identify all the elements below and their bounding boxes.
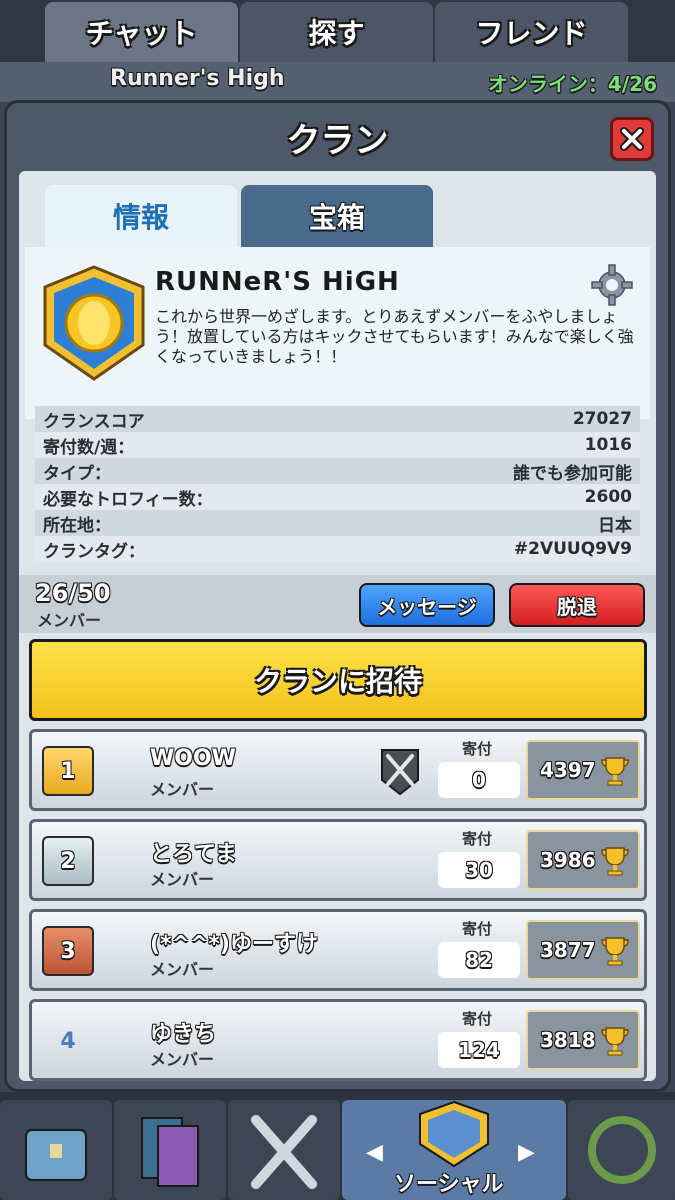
trophy-box: 3986 xyxy=(526,830,640,890)
rank-badge: 1 xyxy=(42,746,94,796)
rank-badge: 4 xyxy=(60,1028,76,1054)
clan-stats: クランスコア 27027 寄付数/週： 1016 タイプ： 誰でも参加可能 必要なトロ… xyxy=(35,406,640,562)
cards-icon xyxy=(141,1117,199,1187)
trophy-count: 3877 xyxy=(540,938,596,962)
stat-row: クランスコア 27027 xyxy=(35,406,640,432)
tab-friends[interactable]: フレンド xyxy=(435,2,628,62)
stat-label: クランスコア xyxy=(43,411,145,432)
member-bar: 26/50 メンバー メッセージ 脱退 xyxy=(19,575,656,633)
member-role: メンバー xyxy=(150,780,215,799)
nav-social-label: ソーシャル xyxy=(394,1172,504,1197)
stat-row: 寄付数/週： 1016 xyxy=(35,432,640,458)
bottom-nav: ◀ ▶ ソーシャル xyxy=(0,1092,675,1200)
stat-label: 所在地： xyxy=(43,515,111,536)
trophy-box: 3877 xyxy=(526,920,640,980)
stat-row: クランタグ： #2VUUQ9V9 xyxy=(35,536,640,562)
donation-label: 寄付 xyxy=(462,830,493,848)
close-icon xyxy=(620,127,644,151)
chevron-right-icon[interactable]: ▶ xyxy=(518,1140,535,1165)
trophy-icon xyxy=(601,937,629,966)
stat-label: 必要なトロフィー数： xyxy=(43,489,213,510)
member-role: メンバー xyxy=(150,960,215,979)
trophy-count: 4397 xyxy=(540,758,596,782)
member-name: WOOW xyxy=(150,746,236,771)
invite-button[interactable]: クランに招待 xyxy=(29,639,647,721)
stat-value: 誰でも参加可能 xyxy=(513,463,632,484)
donation-label: 寄付 xyxy=(462,1010,493,1028)
laurel-icon xyxy=(588,1116,656,1184)
stat-value: 27027 xyxy=(572,409,632,429)
donation-label: 寄付 xyxy=(462,920,493,938)
crossed-swords-icon xyxy=(381,749,419,796)
trophy-count: 3818 xyxy=(540,1028,596,1052)
online-count: オンライン：4/26 xyxy=(487,72,657,96)
donation-value: 82 xyxy=(438,942,520,978)
clan-info-panel: RUNNeR'S HiGH これから世界一めざします。とりあえずメンバーをふやし… xyxy=(25,247,650,419)
list-item[interactable]: 3 (*^^*)ゆーすけ メンバー 寄付 82 3877 xyxy=(29,909,647,991)
trophy-box: 3818 xyxy=(526,1010,640,1070)
member-count: 26/50 xyxy=(35,579,111,607)
stat-label: クランタグ： xyxy=(43,541,145,562)
list-item[interactable]: 4 ゆきち メンバー 寄付 124 3818 xyxy=(29,999,647,1081)
member-role: メンバー xyxy=(150,1050,215,1069)
nav-battle[interactable] xyxy=(228,1100,340,1200)
leave-button[interactable]: 脱退 xyxy=(509,583,645,627)
clan-badge-icon xyxy=(43,265,145,381)
stat-value: 日本 xyxy=(598,515,632,536)
close-button[interactable] xyxy=(610,117,654,161)
clan-modal: クラン 情報 宝箱 RUNNeR'S HiGH これから世界一めざします。とりあ… xyxy=(4,100,671,1092)
tab-info[interactable]: 情報 xyxy=(45,185,237,247)
clan-badge-icon xyxy=(419,1100,489,1168)
crossed-swords-icon xyxy=(251,1115,317,1189)
nav-tournament[interactable] xyxy=(568,1100,675,1200)
donation-value: 124 xyxy=(438,1032,520,1068)
stat-label: タイプ： xyxy=(43,463,111,484)
stat-row: 必要なトロフィー数： 2600 xyxy=(35,484,640,510)
list-item[interactable]: 2 とろてま メンバー 寄付 30 3986 xyxy=(29,819,647,901)
gear-icon[interactable] xyxy=(590,263,634,307)
member-role: メンバー xyxy=(150,870,215,889)
clan-description: これから世界一めざします。とりあえずメンバーをふやしましょう！放置している方はキ… xyxy=(155,307,634,366)
list-item[interactable]: 1 WOOW メンバー 寄付 0 4397 xyxy=(29,729,647,811)
donation-value: 0 xyxy=(438,762,520,798)
member-name: ゆきち xyxy=(150,1022,217,1047)
background-clan-strip: Runner's High オンライン：4/26 xyxy=(0,62,675,102)
rank-badge: 2 xyxy=(42,836,94,886)
stat-row: 所在地： 日本 xyxy=(35,510,640,536)
background-tab-bar: チャット 探す フレンド xyxy=(0,0,675,62)
chest-icon xyxy=(25,1129,87,1181)
modal-content: 情報 宝箱 RUNNeR'S HiGH これから世界一めざします。とりあえずメン… xyxy=(19,171,656,1081)
stat-value: 1016 xyxy=(584,435,632,455)
chevron-left-icon[interactable]: ◀ xyxy=(366,1140,383,1165)
member-name: (*^^*)ゆーすけ xyxy=(150,932,318,957)
nav-shop[interactable] xyxy=(0,1100,112,1200)
donation-label: 寄付 xyxy=(462,740,493,758)
stat-row: タイプ： 誰でも参加可能 xyxy=(35,458,640,484)
trophy-count: 3986 xyxy=(540,848,596,872)
modal-header: クラン xyxy=(7,103,668,171)
trophy-icon xyxy=(601,757,629,786)
tab-search[interactable]: 探す xyxy=(240,2,433,62)
trophy-icon xyxy=(601,847,629,876)
clan-name: RUNNeR'S HiGH xyxy=(155,267,400,297)
tab-chat[interactable]: チャット xyxy=(45,2,238,62)
trophy-icon xyxy=(601,1027,629,1056)
member-list: 1 WOOW メンバー 寄付 0 4397 2 とろてま メンバー 寄付 30 … xyxy=(29,729,647,1089)
tab-chest[interactable]: 宝箱 xyxy=(241,185,433,247)
member-count-label: メンバー xyxy=(37,611,102,630)
member-name: とろてま xyxy=(150,842,237,867)
nav-cards[interactable] xyxy=(114,1100,226,1200)
message-button[interactable]: メッセージ xyxy=(359,583,495,627)
stat-value: #2VUUQ9V9 xyxy=(513,539,632,559)
trophy-box: 4397 xyxy=(526,740,640,800)
rank-badge: 3 xyxy=(42,926,94,976)
background-clan-name: Runner's High xyxy=(110,66,285,91)
modal-title: クラン xyxy=(286,120,389,161)
stat-value: 2600 xyxy=(584,487,632,507)
donation-value: 30 xyxy=(438,852,520,888)
stat-label: 寄付数/週： xyxy=(43,437,135,458)
